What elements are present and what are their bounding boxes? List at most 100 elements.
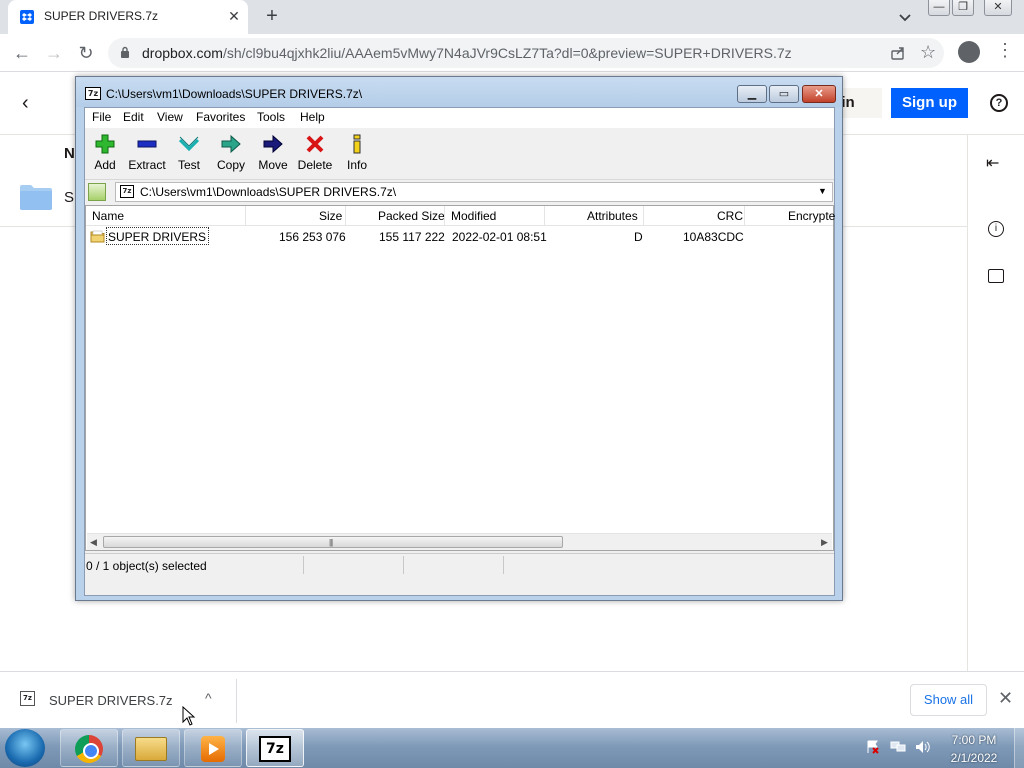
sevenzip-title: C:\Users\vm1\Downloads\SUPER DRIVERS.7z\ bbox=[106, 87, 363, 101]
start-button[interactable] bbox=[5, 729, 45, 767]
tab-close-icon[interactable]: ✕ bbox=[226, 8, 242, 24]
sevenzip-titlebar[interactable]: 7z C:\Users\vm1\Downloads\SUPER DRIVERS.… bbox=[76, 77, 842, 107]
window-minimize-button[interactable]: — bbox=[928, 0, 950, 16]
url-path: /sh/cl9bu4qjxhk2liu/AAAem5vMwy7N4aJVr9Cs… bbox=[222, 45, 792, 61]
bookmark-star-icon[interactable]: ☆ bbox=[920, 42, 936, 63]
row-name[interactable]: SUPER DRIVERS bbox=[106, 227, 210, 245]
menu-edit[interactable]: Edit bbox=[123, 110, 144, 124]
info-label: Info bbox=[346, 158, 367, 172]
move-button[interactable]: Move bbox=[253, 132, 293, 178]
sevenzip-client: File Edit View Favorites Tools Help Add … bbox=[84, 107, 835, 596]
taskbar-media-player-button[interactable] bbox=[184, 729, 242, 767]
dropbox-file-name[interactable]: S bbox=[64, 189, 74, 206]
sevenzip-maximize-button[interactable]: ▭ bbox=[769, 85, 799, 103]
test-icon bbox=[178, 134, 200, 154]
table-row[interactable]: SUPER DRIVERS 156 253 076 155 117 222 20… bbox=[86, 206, 833, 246]
name-column-header[interactable]: N bbox=[64, 145, 75, 162]
browser-menu-icon[interactable]: ⋮ bbox=[996, 40, 1014, 61]
menu-view[interactable]: View bbox=[157, 110, 183, 124]
file-list: Name Size Packed Size Modified Attribute… bbox=[85, 205, 835, 551]
row-modified: 2022-02-01 08:51 bbox=[452, 230, 547, 244]
close-icon: ✕ bbox=[993, 1, 1003, 13]
status-bar: 0 / 1 object(s) selected bbox=[85, 553, 834, 575]
taskbar-chrome-button[interactable] bbox=[60, 729, 118, 767]
download-item-name[interactable]: SUPER DRIVERS.7z bbox=[49, 693, 173, 708]
row-attributes: D bbox=[634, 230, 643, 244]
windows-taskbar: 7z 7:00 PM 2/1/2022 bbox=[0, 728, 1024, 768]
sevenzip-toolbar: Add Extract Test Copy Move Delete Info bbox=[85, 128, 834, 180]
profile-avatar-icon[interactable] bbox=[958, 41, 980, 63]
dropdown-arrow-icon[interactable]: ▼ bbox=[818, 186, 827, 196]
network-icon[interactable] bbox=[890, 740, 906, 754]
horizontal-scrollbar[interactable]: ◀ ||| ▶ bbox=[87, 533, 832, 550]
add-button[interactable]: Add bbox=[85, 132, 125, 178]
menu-help[interactable]: Help bbox=[300, 110, 325, 124]
clock-date[interactable]: 2/1/2022 bbox=[944, 751, 1004, 765]
copy-button[interactable]: Copy bbox=[211, 132, 251, 178]
folder-up-icon[interactable] bbox=[88, 183, 106, 201]
window-close-button[interactable]: ✕ bbox=[984, 0, 1012, 16]
show-all-button[interactable]: Show all bbox=[910, 684, 987, 716]
minimize-icon: ▁ bbox=[747, 88, 757, 100]
new-tab-button[interactable]: + bbox=[262, 6, 282, 28]
show-desktop-button[interactable] bbox=[1014, 728, 1024, 768]
info-icon[interactable]: i bbox=[988, 221, 1004, 237]
close-shelf-icon[interactable]: ✕ bbox=[998, 688, 1013, 709]
copy-icon bbox=[221, 134, 241, 154]
menu-file[interactable]: File bbox=[92, 110, 111, 124]
delete-button[interactable]: Delete bbox=[295, 132, 335, 178]
scroll-left-arrow-icon[interactable]: ◀ bbox=[90, 537, 97, 548]
menu-tools[interactable]: Tools bbox=[257, 110, 285, 124]
selection-status: 0 / 1 object(s) selected bbox=[86, 559, 207, 573]
status-divider bbox=[503, 556, 504, 574]
mouse-cursor-icon bbox=[182, 705, 196, 726]
taskbar-7zip-button[interactable]: 7z bbox=[246, 729, 304, 767]
move-icon bbox=[263, 134, 283, 154]
forward-button[interactable]: → bbox=[42, 41, 66, 65]
info-icon bbox=[347, 134, 367, 154]
volume-icon[interactable] bbox=[915, 740, 931, 754]
7zip-icon: 7z bbox=[259, 736, 291, 762]
chrome-icon bbox=[75, 735, 103, 763]
lock-icon bbox=[120, 46, 130, 58]
dropbox-favicon-icon bbox=[20, 10, 34, 24]
restore-icon: ❐ bbox=[958, 1, 968, 13]
window-restore-button[interactable]: ❐ bbox=[952, 0, 974, 16]
tab-strip: SUPER DRIVERS.7z ✕ + — ❐ ✕ bbox=[0, 0, 1024, 34]
sevenzip-menubar: File Edit View Favorites Tools Help bbox=[85, 108, 834, 128]
share-icon[interactable] bbox=[890, 45, 906, 61]
action-center-flag-icon[interactable] bbox=[866, 740, 880, 754]
scrollbar-thumb[interactable]: ||| bbox=[103, 536, 563, 548]
sevenzip-address-row: 7z C:\Users\vm1\Downloads\SUPER DRIVERS.… bbox=[85, 180, 834, 204]
address-bar[interactable]: dropbox.com/sh/cl9bu4qjxhk2liu/AAAem5vMw… bbox=[108, 38, 944, 68]
tab-search-chevron-icon[interactable] bbox=[896, 8, 914, 26]
tab-title: SUPER DRIVERS.7z bbox=[44, 9, 159, 23]
info-button[interactable]: Info bbox=[337, 132, 377, 178]
grip-icon: ||| bbox=[329, 538, 333, 547]
sevenzip-close-button[interactable]: ✕ bbox=[802, 85, 836, 103]
row-size: 156 253 076 bbox=[279, 230, 346, 244]
sevenzip-minimize-button[interactable]: ▁ bbox=[737, 85, 767, 103]
download-options-chevron-icon[interactable]: ^ bbox=[205, 690, 212, 706]
add-icon bbox=[95, 134, 115, 154]
folder-icon bbox=[20, 184, 52, 210]
tab-super-drivers[interactable]: SUPER DRIVERS.7z ✕ bbox=[8, 0, 248, 34]
divider bbox=[236, 679, 237, 723]
scroll-right-arrow-icon[interactable]: ▶ bbox=[821, 537, 828, 548]
collapse-panel-icon[interactable]: ⇤ bbox=[986, 153, 999, 173]
help-icon[interactable]: ? bbox=[990, 94, 1008, 112]
dropbox-back-icon[interactable]: ‹ bbox=[22, 92, 29, 115]
reload-button[interactable]: ↻ bbox=[74, 41, 98, 65]
menu-favorites[interactable]: Favorites bbox=[196, 110, 245, 124]
test-button[interactable]: Test bbox=[169, 132, 209, 178]
taskbar-explorer-button[interactable] bbox=[122, 729, 180, 767]
extract-button[interactable]: Extract bbox=[127, 132, 167, 178]
sevenzip-app-icon: 7z bbox=[85, 87, 101, 100]
archive-icon: 7z bbox=[120, 185, 134, 198]
path-combobox[interactable]: 7z C:\Users\vm1\Downloads\SUPER DRIVERS.… bbox=[115, 182, 833, 202]
comment-icon[interactable] bbox=[988, 269, 1004, 283]
back-button[interactable]: ← bbox=[10, 41, 34, 65]
clock-time[interactable]: 7:00 PM bbox=[944, 733, 1004, 747]
url-text: dropbox.com/sh/cl9bu4qjxhk2liu/AAAem5vMw… bbox=[142, 45, 792, 61]
sign-up-button[interactable]: Sign up bbox=[891, 88, 968, 118]
